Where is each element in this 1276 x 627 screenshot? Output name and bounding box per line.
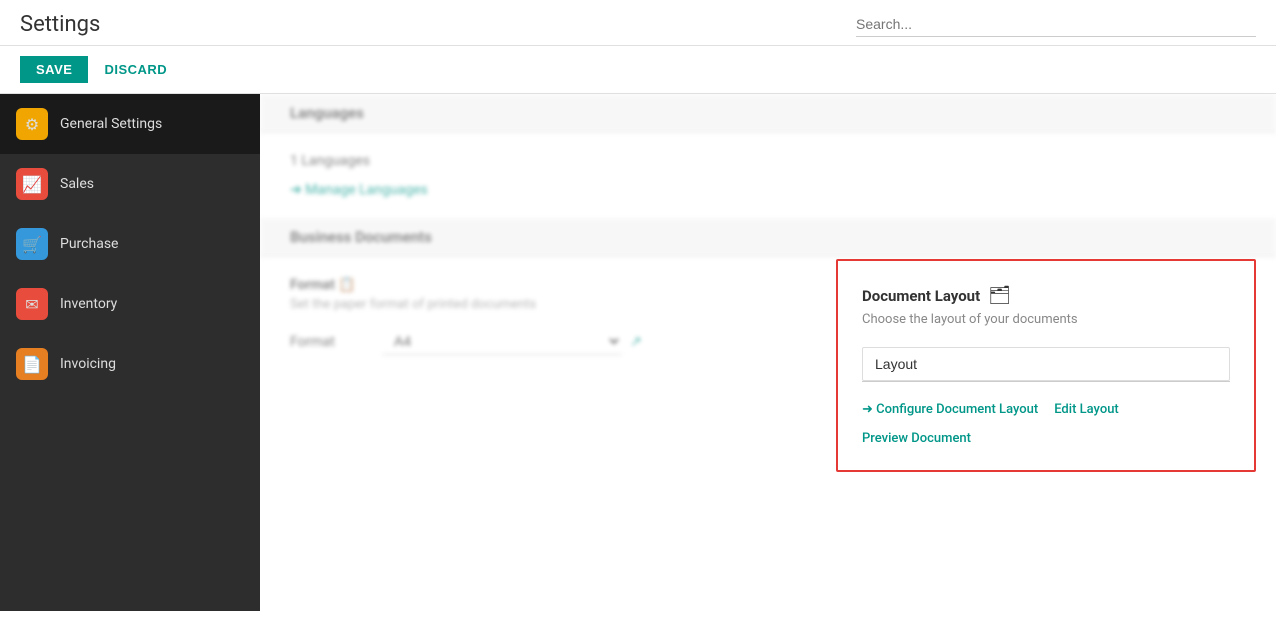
main-layout: ⚙ General Settings 📈 Sales 🛒 Purchase ✉ … (0, 94, 1276, 611)
search-input[interactable] (856, 12, 1256, 37)
header: Settings (0, 0, 1276, 46)
external-link-icon[interactable]: ↗ (630, 334, 642, 350)
search-container (856, 12, 1256, 37)
inventory-icon: ✉ (16, 288, 48, 320)
manage-languages-link[interactable]: Manage Languages (290, 182, 428, 198)
invoicing-icon: 📄 (16, 348, 48, 380)
sales-icon: 📈 (16, 168, 48, 200)
format-row-label: Format (290, 334, 370, 350)
preview-document-container: Preview Document (862, 427, 1230, 446)
format-icon: 📋 (338, 277, 355, 293)
sidebar-label-invoicing: Invoicing (60, 356, 116, 372)
section-header-business-docs: Business Documents (260, 218, 1276, 257)
layout-select-underline (862, 381, 1230, 382)
popup-title-row: Document Layout 🗂 (862, 285, 1230, 306)
sidebar-item-sales[interactable]: 📈 Sales (0, 154, 260, 214)
sidebar-item-invoicing[interactable]: 📄 Invoicing (0, 334, 260, 394)
discard-button[interactable]: DISCARD (104, 62, 167, 77)
action-bar: SAVE DISCARD (0, 46, 1276, 94)
sidebar-label-sales: Sales (60, 176, 94, 192)
sidebar-label-inventory: Inventory (60, 296, 117, 312)
sidebar-label-purchase: Purchase (60, 236, 118, 252)
sidebar-item-purchase[interactable]: 🛒 Purchase (0, 214, 260, 274)
sidebar-item-general[interactable]: ⚙ General Settings (0, 94, 260, 154)
popup-document-icon: 🗂 (988, 285, 1011, 306)
configure-document-layout-link[interactable]: Configure Document Layout (862, 402, 1038, 417)
document-layout-popup: Document Layout 🗂 Choose the layout of y… (836, 259, 1256, 472)
popup-subtitle: Choose the layout of your documents (862, 312, 1230, 327)
format-select-wrapper: A4 A3 Letter ↗ (382, 328, 642, 355)
languages-section-title: Languages (290, 104, 364, 122)
languages-content: 1 Languages Manage Languages (260, 133, 1276, 218)
sidebar: ⚙ General Settings 📈 Sales 🛒 Purchase ✉ … (0, 94, 260, 611)
layout-select-wrapper: Layout Light Boxed Bold Clean (862, 347, 1230, 382)
preview-document-link[interactable]: Preview Document (862, 431, 971, 446)
edit-layout-link[interactable]: Edit Layout (1054, 402, 1119, 417)
languages-count: 1 Languages (290, 153, 1246, 169)
save-button[interactable]: SAVE (20, 56, 88, 83)
section-header-languages: Languages (260, 94, 1276, 133)
popup-title: Document Layout (862, 287, 980, 305)
general-settings-icon: ⚙ (16, 108, 48, 140)
format-select[interactable]: A4 A3 Letter (382, 328, 622, 355)
page-title: Settings (20, 12, 100, 37)
popup-actions: Configure Document Layout Edit Layout (862, 402, 1230, 417)
sidebar-item-inventory[interactable]: ✉ Inventory (0, 274, 260, 334)
business-docs-title: Business Documents (290, 228, 432, 246)
purchase-icon: 🛒 (16, 228, 48, 260)
sidebar-label-general: General Settings (60, 116, 162, 132)
layout-select[interactable]: Layout Light Boxed Bold Clean (862, 347, 1230, 381)
